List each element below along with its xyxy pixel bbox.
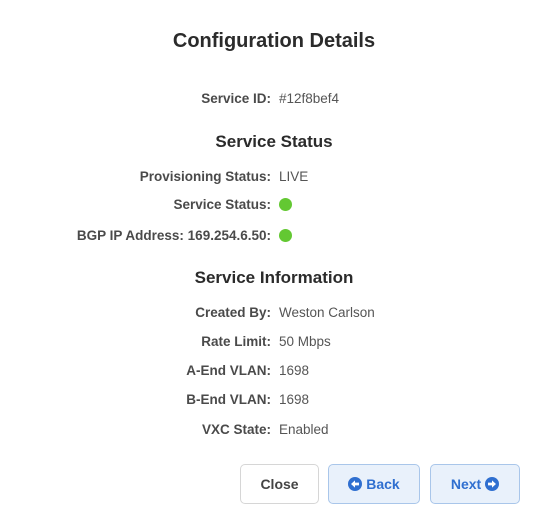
service-status-indicator-icon: [279, 198, 292, 211]
arrow-circle-right-icon: [485, 477, 500, 491]
back-button-label: Back: [366, 476, 400, 492]
configuration-details-dialog: Configuration Details Service ID: #12f8b…: [0, 0, 544, 530]
service-status-heading: Service Status: [215, 132, 333, 151]
rate-limit-value: 50 Mbps: [279, 334, 331, 349]
service-id-value: #12f8bef4: [279, 91, 340, 106]
provisioning-status-row: Provisioning Status: LIVE: [0, 167, 544, 187]
bgp-status-indicator-icon: [279, 229, 292, 242]
bgp-ip-label: BGP IP Address: 169.254.6.50:: [76, 228, 271, 243]
created-by-row: Created By: Weston Carlson: [0, 303, 544, 323]
b-end-vlan-value: 1698: [279, 392, 310, 407]
close-button[interactable]: Close: [240, 464, 319, 504]
b-end-vlan-row: B-End VLAN: 1698: [0, 390, 544, 410]
a-end-vlan-row: A-End VLAN: 1698: [0, 361, 544, 381]
service-id-row: Service ID: #12f8bef4: [0, 89, 544, 109]
rate-limit-row: Rate Limit: 50 Mbps: [0, 332, 544, 352]
a-end-vlan-label: A-End VLAN:: [186, 363, 271, 378]
vxc-state-label: VXC State:: [201, 422, 271, 437]
service-information-heading: Service Information: [194, 268, 354, 287]
arrow-circle-left-icon: [348, 477, 363, 491]
created-by-value: Weston Carlson: [279, 305, 375, 320]
service-id-label: Service ID:: [201, 91, 271, 106]
provisioning-status-label: Provisioning Status:: [139, 169, 271, 184]
service-status-row: Service Status:: [0, 195, 544, 215]
back-button[interactable]: Back: [328, 464, 420, 504]
close-button-label: Close: [260, 476, 299, 492]
a-end-vlan-value: 1698: [279, 363, 310, 378]
vxc-state-row: VXC State: Enabled: [0, 420, 544, 440]
created-by-label: Created By:: [195, 305, 271, 320]
service-status-label: Service Status:: [173, 197, 271, 212]
bgp-ip-row: BGP IP Address: 169.254.6.50:: [0, 226, 544, 246]
dialog-title: Configuration Details: [172, 30, 376, 52]
rate-limit-label: Rate Limit:: [201, 334, 271, 349]
next-button[interactable]: Next: [430, 464, 520, 504]
next-button-label: Next: [450, 476, 482, 492]
b-end-vlan-label: B-End VLAN:: [186, 392, 271, 407]
provisioning-status-value: LIVE: [279, 169, 309, 184]
vxc-state-value: Enabled: [279, 422, 329, 437]
